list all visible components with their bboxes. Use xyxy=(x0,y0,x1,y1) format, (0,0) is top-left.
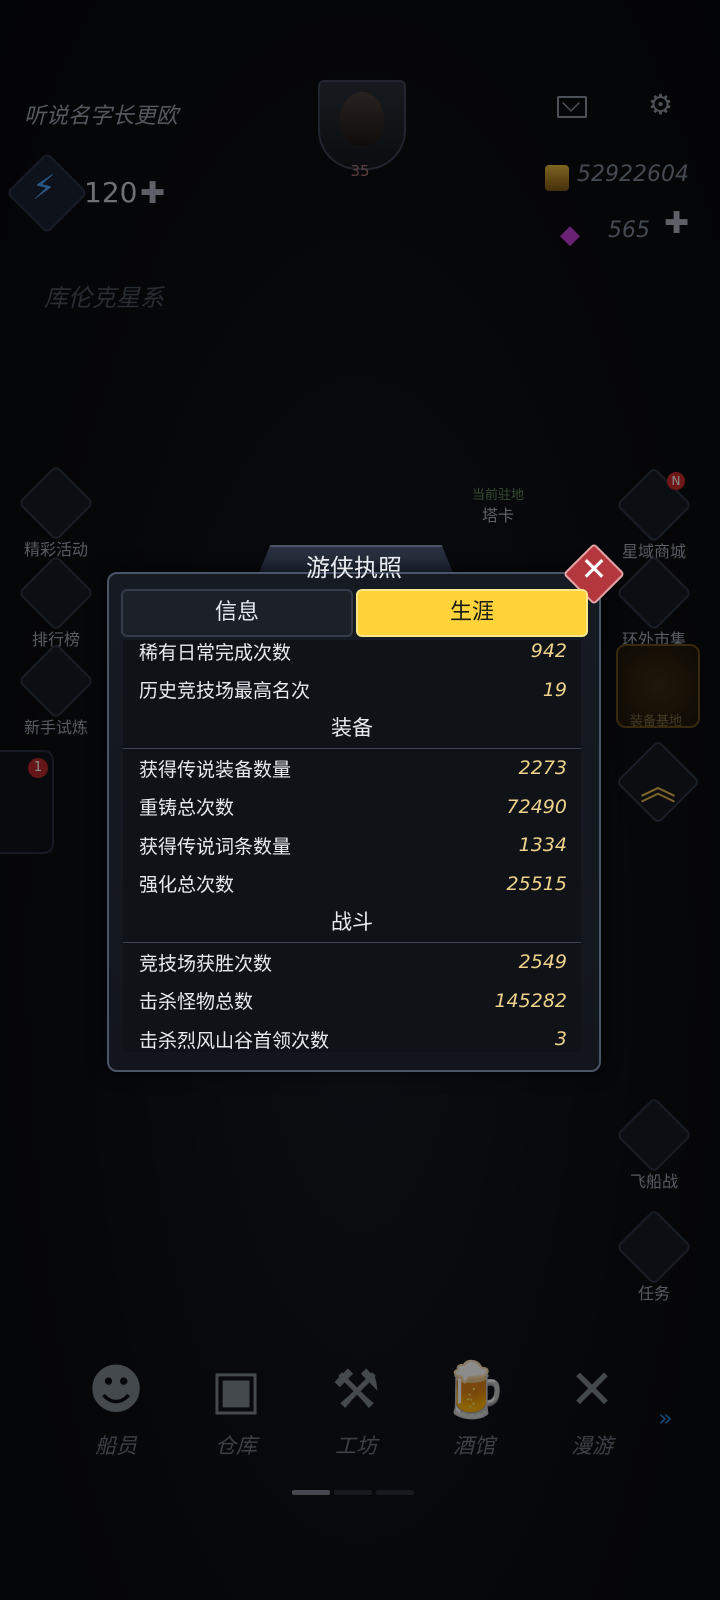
list-item: 竞技场获胜次数 2549 xyxy=(123,943,581,982)
stat-label: 击杀烈风山谷首领次数 xyxy=(139,1029,330,1052)
stat-value: 25515 xyxy=(506,872,567,895)
stat-value: 145282 xyxy=(494,989,567,1012)
market-button[interactable]: 环外市集 xyxy=(614,554,694,650)
energy-bolt-icon: ⚡ xyxy=(32,168,56,208)
stat-value: 1334 xyxy=(518,834,567,857)
ship-battle-label: 飞船战 xyxy=(629,1172,678,1191)
page-dot xyxy=(376,1490,414,1495)
ship-icon xyxy=(615,1096,693,1174)
notice-board-icon xyxy=(17,464,95,542)
region-name: 库伦克星系 xyxy=(44,284,164,312)
hammer-icon: ⚒ xyxy=(331,1358,381,1421)
tasks-label: 任务 xyxy=(637,1284,670,1303)
stat-value: 2273 xyxy=(518,757,567,780)
crew-head-icon: ☻ xyxy=(87,1358,145,1421)
nav-roam-label: 漫游 xyxy=(571,1434,613,1458)
close-icon[interactable]: ✕ xyxy=(578,550,610,588)
stat-value: 942 xyxy=(530,640,567,663)
tab-info[interactable]: 信息 xyxy=(121,589,353,637)
section-equipment-title: 装备 xyxy=(123,709,581,749)
section-battle-title: 战斗 xyxy=(123,903,581,943)
station-label: 当前驻地 xyxy=(471,488,524,503)
nav-roam[interactable]: ✕ 漫游 xyxy=(542,1350,642,1460)
stat-label: 获得传说装备数量 xyxy=(139,758,292,781)
tab-career[interactable]: 生涯 xyxy=(356,589,588,637)
route-icon: ✕ xyxy=(569,1358,615,1421)
nav-crew-label: 船员 xyxy=(95,1434,137,1458)
stat-value: 19 xyxy=(542,678,567,701)
station-name: 塔卡 xyxy=(481,506,514,525)
list-item: 击杀烈风山谷首领次数 3 xyxy=(123,1020,581,1052)
list-item: 重铸总次数 72490 xyxy=(123,787,581,826)
stat-label: 竞技场获胜次数 xyxy=(139,952,273,975)
page-dot xyxy=(334,1490,372,1495)
gear-icon[interactable]: ⚙ xyxy=(648,88,673,121)
chevron-up-icon: ︽ xyxy=(640,767,677,808)
nav-tavern-label: 酒馆 xyxy=(453,1434,495,1458)
nav-workshop[interactable]: ⚒ 工坊 xyxy=(306,1350,406,1460)
stat-value: 2549 xyxy=(518,951,567,974)
gem-icon: ◆ xyxy=(560,220,580,250)
trial-label: 新手试炼 xyxy=(23,718,88,737)
stat-label: 强化总次数 xyxy=(139,874,235,897)
modal-title: 游侠执照 xyxy=(306,554,402,582)
ranking-button[interactable]: 排行榜 xyxy=(16,554,96,650)
trial-button[interactable]: 新手试炼 xyxy=(16,642,96,738)
stat-label: 稀有日常完成次数 xyxy=(139,641,292,664)
add-energy-icon[interactable]: ✚ xyxy=(140,176,165,211)
cart-icon xyxy=(615,554,693,632)
energy-value: 120 xyxy=(84,176,138,209)
nav-storage-label: 仓库 xyxy=(215,1434,257,1458)
beer-mug-icon: 🍺 xyxy=(440,1358,508,1421)
stat-label: 获得传说词条数量 xyxy=(139,835,292,858)
stat-label: 历史竞技场最高名次 xyxy=(139,680,311,703)
avatar-face xyxy=(340,92,384,146)
chest-icon: ▣ xyxy=(210,1358,262,1421)
career-stats-list[interactable]: 稀有日常完成次数 942 历史竞技场最高名次 19 装备 获得传说装备数量 22… xyxy=(123,640,581,1052)
ship-battle-button[interactable]: 飞船战 xyxy=(614,1096,694,1192)
list-item: 击杀怪物总数 145282 xyxy=(123,981,581,1020)
list-item: 历史竞技场最高名次 19 xyxy=(123,671,581,710)
equip-base-label: 装备基地 xyxy=(629,714,682,729)
list-item: 获得传说装备数量 2273 xyxy=(123,749,581,788)
list-item: 强化总次数 25515 xyxy=(123,865,581,904)
list-item: 稀有日常完成次数 942 xyxy=(123,640,581,671)
events-button[interactable]: 精彩活动 xyxy=(16,464,96,560)
gold-coin-icon xyxy=(545,165,569,191)
nav-tavern[interactable]: 🍺 酒馆 xyxy=(424,1350,524,1460)
add-gems-icon[interactable]: ✚ xyxy=(664,206,689,241)
player-avatar[interactable] xyxy=(318,80,406,170)
nav-storage[interactable]: ▣ 仓库 xyxy=(186,1350,286,1460)
mail-icon[interactable] xyxy=(557,96,587,118)
compass-icon xyxy=(17,642,95,720)
shop-button[interactable]: 星域商城 xyxy=(614,466,694,562)
page-dot xyxy=(292,1490,330,1495)
podium-icon xyxy=(17,554,95,632)
stat-label: 击杀怪物总数 xyxy=(139,991,254,1014)
tasks-button[interactable]: 任务 xyxy=(614,1208,694,1304)
gold-value: 52922604 xyxy=(577,162,689,187)
stat-label: 重铸总次数 xyxy=(139,797,235,820)
stat-value: 72490 xyxy=(506,795,567,818)
shop-new-badge: N xyxy=(667,472,685,490)
nav-crew[interactable]: ☻ 船员 xyxy=(66,1350,166,1460)
stat-value: 3 xyxy=(554,1028,567,1051)
player-name: 听说名字长更欧 xyxy=(24,104,179,129)
chat-badge: 1 xyxy=(28,758,48,778)
page-indicator xyxy=(292,1480,418,1499)
player-level: 35 xyxy=(350,162,370,180)
checklist-icon xyxy=(615,1208,693,1286)
gem-value: 565 xyxy=(608,218,650,243)
nav-workshop-label: 工坊 xyxy=(335,1434,377,1458)
double-chevron-right-icon[interactable]: » xyxy=(658,1404,673,1432)
list-item: 获得传说词条数量 1334 xyxy=(123,826,581,865)
